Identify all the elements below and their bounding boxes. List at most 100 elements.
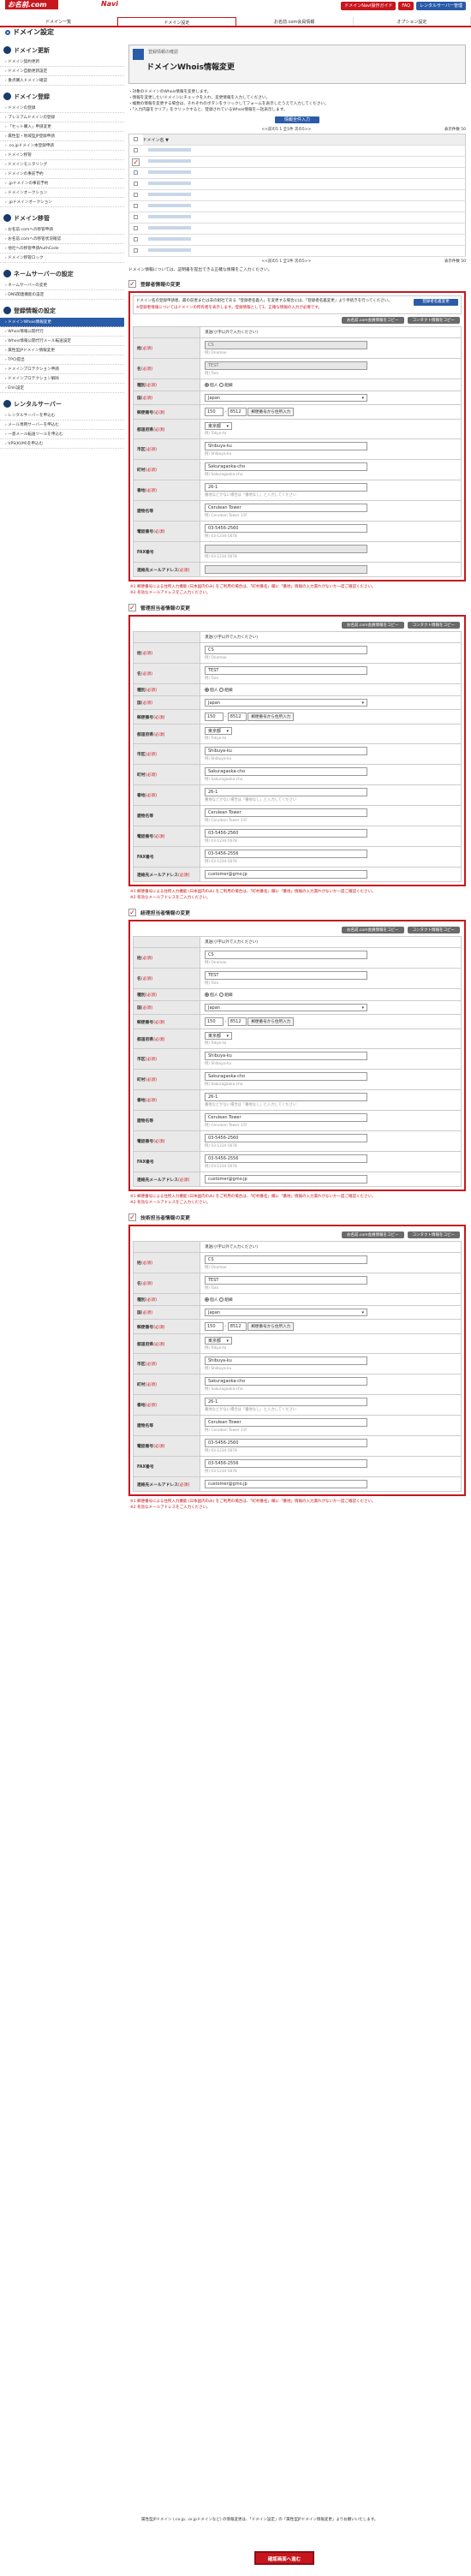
checkbox-cell[interactable]: [128, 200, 143, 212]
domain-name-cell[interactable]: [142, 167, 466, 179]
domain-name-cell[interactable]: [142, 223, 466, 235]
field-input-email[interactable]: customer@gmo.jp: [205, 1480, 367, 1488]
checkbox-cell[interactable]: [128, 178, 143, 190]
country-select[interactable]: Japan: [205, 1004, 367, 1011]
zip-lookup-button[interactable]: 郵便番号から住所入力: [247, 713, 295, 721]
copy-member-button[interactable]: お名前.com会員情報をコピー: [341, 317, 404, 324]
select-all-button[interactable]: 情報全件入力: [275, 116, 319, 123]
field-input-sei[interactable]: CS: [205, 341, 367, 349]
sidebar-item[interactable]: › 他社への移管申請AuthCode: [0, 244, 124, 253]
sidebar-item[interactable]: › VPS(KVM)を申込む: [0, 439, 124, 449]
sidebar-item[interactable]: › ドメインオークション: [0, 188, 124, 198]
zip-lookup-button[interactable]: 郵便番号から住所入力: [247, 408, 295, 416]
sidebar-item[interactable]: › ドメイン移管ロック: [0, 253, 124, 263]
checkbox-cell[interactable]: [128, 245, 143, 257]
domain-checkbox[interactable]: [134, 147, 139, 152]
sidebar-item[interactable]: › 「セット購入」申請変更: [0, 122, 124, 132]
sidebar-item[interactable]: › DNS関連機能の設定: [0, 290, 124, 300]
table-row[interactable]: [128, 223, 466, 235]
zip-lookup-button[interactable]: 郵便番号から住所入力: [247, 1322, 295, 1331]
sidebar-item[interactable]: › 一意メール転送ツールを申込む: [0, 430, 124, 439]
per-page-select-bottom[interactable]: 表示件数 50: [444, 259, 466, 264]
domain-checkbox[interactable]: [134, 236, 139, 242]
field-input-fax[interactable]: 03-5456-2556: [205, 850, 367, 858]
table-row[interactable]: [128, 167, 466, 179]
field-input-tel[interactable]: 03-5456-2560: [205, 829, 367, 838]
country-select[interactable]: Japan: [205, 1309, 367, 1316]
zip-field-1[interactable]: 150: [205, 713, 224, 721]
onamae-logo[interactable]: お名前.com: [5, 0, 58, 9]
gnav-options[interactable]: オプション設定: [354, 17, 471, 26]
server-login-button[interactable]: レンタルサーバー管理: [416, 2, 466, 10]
field-input-city[interactable]: Shibuya-ku: [205, 1357, 367, 1365]
field-input-tel[interactable]: 03-5456-2560: [205, 1439, 367, 1447]
prefecture-select[interactable]: 東京都: [205, 727, 232, 735]
sidebar-item[interactable]: › お名前.comへの移管申請: [0, 225, 124, 235]
field-input-mei[interactable]: TEST: [205, 1276, 367, 1285]
confirm-button[interactable]: 確認画面へ進む: [254, 2551, 314, 2565]
field-input-mei[interactable]: TEST: [205, 666, 367, 675]
select-all-cell[interactable]: [128, 134, 143, 146]
field-input-city[interactable]: Shibuya-ku: [205, 747, 367, 755]
field-input-sei[interactable]: CS: [205, 1255, 367, 1264]
domain-name-cell[interactable]: [142, 156, 466, 168]
copy-contact-button[interactable]: コンタクト情報をコピー: [407, 927, 460, 933]
field-input-fax[interactable]: 03-5456-2556: [205, 1459, 367, 1468]
sidebar-item[interactable]: › ドメイン移管: [0, 151, 124, 160]
zip-field-1[interactable]: 150: [205, 1017, 224, 1026]
field-input-addr[interactable]: 26-1: [205, 788, 367, 796]
zip-field-1[interactable]: 150: [205, 1322, 224, 1331]
zip-field-1[interactable]: 150: [205, 408, 224, 416]
table-row[interactable]: [128, 212, 466, 224]
field-input-town[interactable]: Sakuragaoka-cho: [205, 767, 367, 776]
domain-checkbox[interactable]: [134, 225, 139, 230]
sidebar-item[interactable]: › .jpドメインオークション: [0, 198, 124, 207]
field-input-town[interactable]: Sakuragaoka-cho: [205, 1072, 367, 1081]
domain-checkbox[interactable]: [134, 170, 139, 175]
checkbox-checked[interactable]: ✓: [132, 158, 140, 166]
prefecture-select[interactable]: 東京都: [205, 1337, 232, 1345]
domain-name-cell[interactable]: [142, 200, 466, 212]
country-select[interactable]: Japan: [205, 699, 367, 707]
field-input-mei[interactable]: TEST: [205, 361, 367, 370]
table-row[interactable]: [128, 234, 466, 246]
domain-name-cell[interactable]: [142, 212, 466, 224]
guide-button[interactable]: ドメインNavi操作ガイド: [341, 2, 396, 10]
registrant-change-button[interactable]: 登録者名義変更: [414, 299, 458, 306]
checkbox-cell[interactable]: [128, 223, 143, 235]
zip-field-2[interactable]: 8512: [227, 1322, 247, 1331]
sidebar-item[interactable]: › Whois情報公開代行: [0, 327, 124, 337]
table-row[interactable]: ✓: [128, 156, 466, 168]
checkbox-cell[interactable]: [128, 212, 143, 224]
field-input-town[interactable]: Sakuragaoka-cho: [205, 462, 367, 471]
table-row[interactable]: [128, 189, 466, 201]
domain-name-cell[interactable]: [142, 178, 466, 190]
sidebar-item[interactable]: › 属性型JPドメイン情報変更: [0, 346, 124, 355]
radio-person[interactable]: [205, 688, 209, 692]
domain-checkbox[interactable]: [134, 247, 139, 253]
field-input-email[interactable]: customer@gmo.jp: [205, 870, 367, 879]
domain-checkbox[interactable]: [134, 192, 139, 197]
prefecture-select[interactable]: 東京都: [205, 1032, 232, 1040]
sidebar-item[interactable]: › ドメインWhois情報変更: [0, 318, 124, 327]
checkbox-cell[interactable]: [128, 234, 143, 246]
sidebar-item[interactable]: › 属性型・地域型JP登録申請: [0, 132, 124, 141]
field-input-city[interactable]: Shibuya-ku: [205, 442, 367, 450]
field-input-sei[interactable]: CS: [205, 646, 367, 654]
checkbox-cell[interactable]: [128, 189, 143, 201]
sidebar-item[interactable]: › メール専用サーバーを申込む: [0, 420, 124, 430]
copy-member-button[interactable]: お名前.com会員情報をコピー: [341, 1231, 404, 1238]
sidebar-item[interactable]: › ドメイン自動更新設定: [0, 67, 124, 76]
sidebar-item[interactable]: › ドメインの登録: [0, 104, 124, 113]
field-input-fax[interactable]: 03-5456-2556: [205, 1154, 367, 1163]
pager-top[interactable]: <<前の5 1 全1件 次の5>>: [262, 127, 312, 132]
field-input-addr[interactable]: 26-1: [205, 1398, 367, 1406]
section-checkbox[interactable]: ✓: [128, 603, 136, 611]
radio-org[interactable]: [219, 1297, 224, 1302]
section-checkbox[interactable]: ✓: [128, 279, 136, 288]
sidebar-item[interactable]: › レンタルサーバーを申込む: [0, 411, 124, 420]
domain-checkbox[interactable]: [134, 181, 139, 186]
radio-person[interactable]: [205, 383, 209, 387]
table-row[interactable]: [128, 200, 466, 212]
zip-field-2[interactable]: 8512: [227, 713, 247, 721]
